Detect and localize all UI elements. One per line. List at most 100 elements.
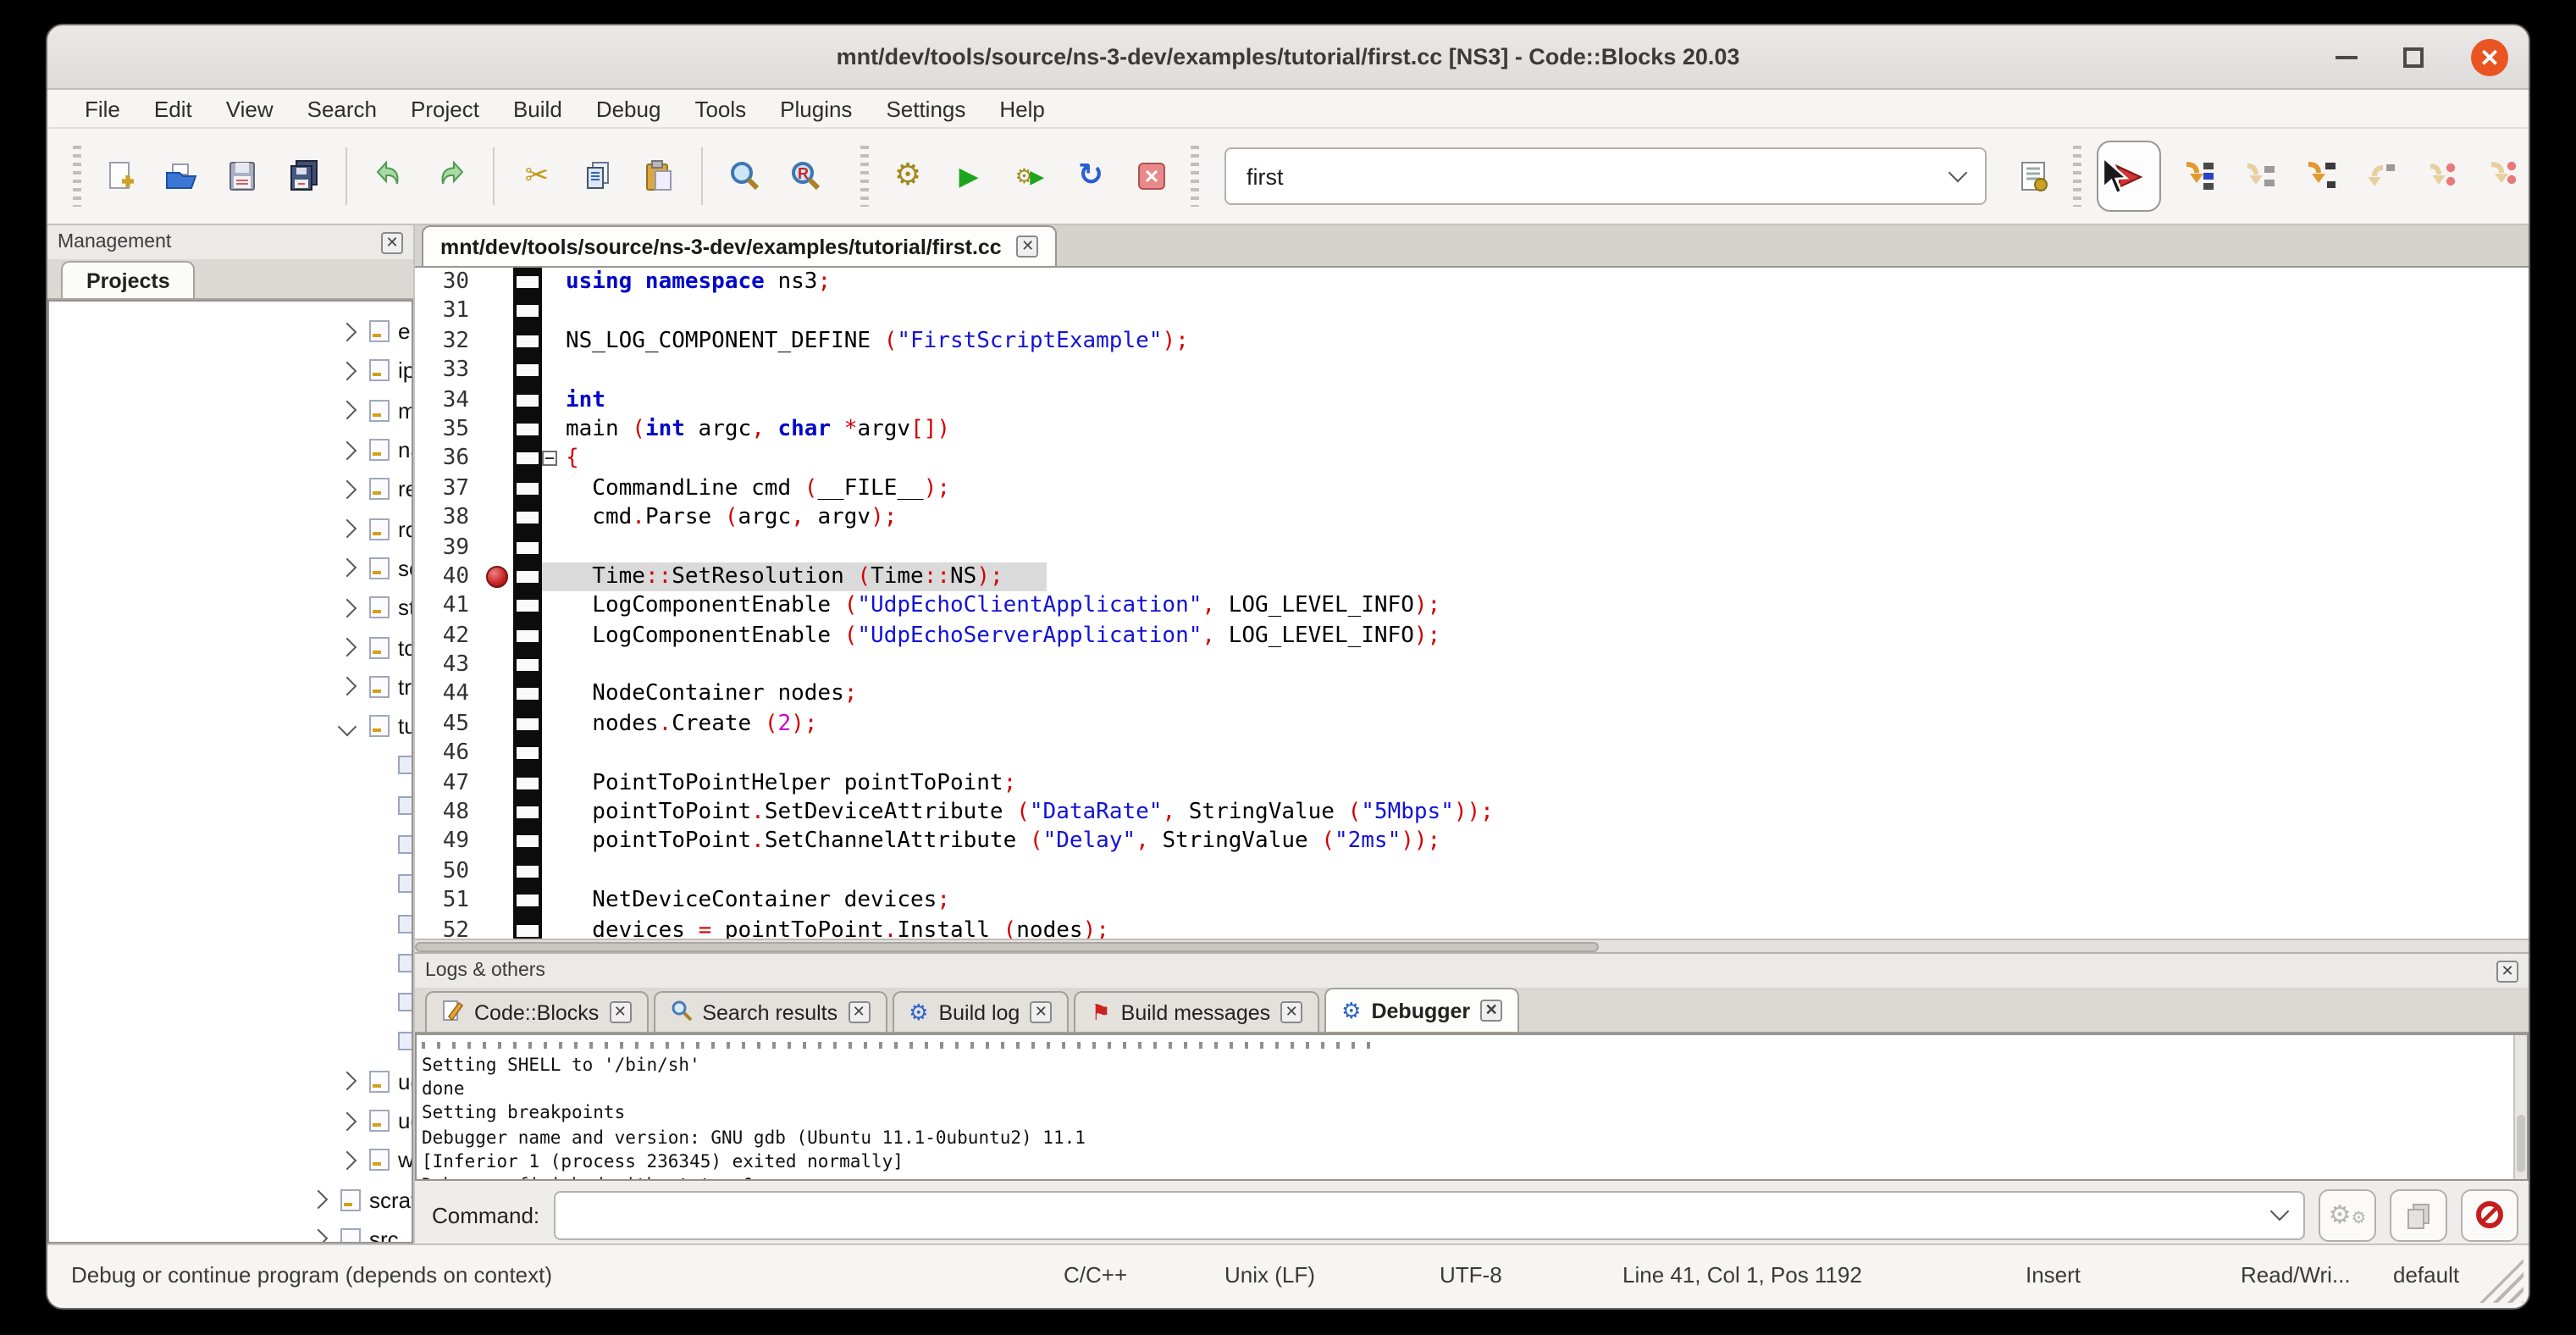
fold-margin[interactable]	[542, 327, 557, 357]
fold-margin[interactable]	[542, 651, 557, 680]
chevron-right-icon[interactable]	[338, 440, 357, 460]
tree-item-scratch[interactable]: scratch	[49, 1180, 412, 1220]
command-input[interactable]	[553, 1190, 2305, 1239]
tree-item-fo[interactable]: fo	[49, 825, 412, 865]
fold-margin[interactable]	[542, 445, 557, 474]
breakpoint-margin[interactable]	[483, 327, 513, 357]
code-text[interactable]: nodes.Create (2);	[557, 710, 2529, 740]
code-line-35[interactable]: 35main (int argc, char *argv[])	[415, 415, 2529, 445]
editor-horizontal-scrollbar[interactable]	[415, 939, 2529, 952]
next-line-button[interactable]	[2239, 156, 2280, 197]
fold-margin[interactable]	[542, 356, 557, 385]
breakpoint-margin[interactable]	[483, 740, 513, 769]
menu-tools[interactable]: Tools	[677, 96, 763, 121]
log-tab-build-messages[interactable]: ⚑Build messages✕	[1074, 991, 1319, 1032]
save-button[interactable]	[222, 156, 263, 197]
breakpoint-margin[interactable]	[483, 297, 513, 327]
code-line-42[interactable]: 42 LogComponentEnable ("UdpEchoServerApp…	[415, 621, 2529, 651]
tree-item-rout[interactable]: rout	[49, 509, 412, 549]
breakpoint-margin[interactable]	[483, 828, 513, 857]
code-text[interactable]: main (int argc, char *argv[])	[557, 415, 2529, 445]
debugger-menu-chevron-icon[interactable]	[2529, 168, 2530, 179]
fold-margin[interactable]	[542, 385, 557, 415]
menu-plugins[interactable]: Plugins	[763, 96, 869, 121]
tree-item-tcp[interactable]: tcp	[49, 628, 412, 668]
menu-settings[interactable]: Settings	[869, 96, 982, 121]
chevron-right-icon[interactable]	[338, 401, 357, 420]
chevron-right-icon[interactable]	[338, 362, 357, 381]
chevron-down-icon[interactable]	[2270, 1202, 2290, 1221]
resize-grip[interactable]	[2479, 1259, 2523, 1303]
code-text[interactable]: pointToPoint.SetChannelAttribute ("Delay…	[557, 828, 2529, 857]
close-editor-tab-icon[interactable]: ✕	[1017, 235, 1039, 258]
minimize-button[interactable]	[2325, 25, 2366, 90]
tree-item-stat[interactable]: stat	[49, 588, 412, 628]
chevron-right-icon[interactable]	[338, 1072, 357, 1091]
project-tree[interactable]: erroipv6matnamreallroutsockstattcptrafft…	[47, 300, 413, 1244]
code-text[interactable]	[557, 651, 2529, 680]
log-tab-search-results[interactable]: Search results✕	[653, 991, 887, 1032]
tree-item-wire[interactable]: wire	[49, 1140, 412, 1180]
chevron-down-icon[interactable]	[1949, 163, 1968, 183]
fold-margin[interactable]	[542, 828, 557, 857]
breakpoint-margin[interactable]	[483, 533, 513, 562]
tree-item-he[interactable]: he	[49, 864, 412, 904]
menu-debug[interactable]: Debug	[579, 96, 678, 121]
code-text[interactable]: pointToPoint.SetDeviceAttribute ("DataRa…	[557, 798, 2529, 828]
stop-debugger-button[interactable]	[2461, 1188, 2518, 1241]
tree-item-reall[interactable]: reall	[49, 469, 412, 509]
breakpoint-margin[interactable]	[483, 621, 513, 651]
run-button[interactable]: ▶	[948, 156, 989, 197]
close-tab-icon[interactable]: ✕	[848, 1001, 870, 1023]
close-tab-icon[interactable]: ✕	[1480, 1000, 1502, 1022]
code-text[interactable]	[557, 533, 2529, 562]
chevron-right-icon[interactable]	[309, 1230, 329, 1244]
tree-item-erro[interactable]: erro	[49, 312, 412, 352]
chevron-right-icon[interactable]	[338, 1150, 357, 1170]
editor-tab-first-cc[interactable]: mnt/dev/tools/source/ns-3-dev/examples/t…	[422, 225, 1058, 266]
fold-margin[interactable]	[542, 474, 557, 503]
code-line-41[interactable]: 41 LogComponentEnable ("UdpEchoClientApp…	[415, 592, 2529, 622]
debugger-log[interactable]: Setting SHELL to '/bin/sh'doneSetting br…	[415, 1033, 2529, 1181]
close-logs-icon[interactable]: ✕	[2496, 960, 2518, 982]
menu-edit[interactable]: Edit	[137, 96, 209, 121]
paste-button[interactable]	[638, 156, 679, 197]
code-text[interactable]: {	[557, 445, 2529, 474]
tree-item-fir[interactable]: fir	[49, 785, 412, 825]
code-text[interactable]: NS_LOG_COMPONENT_DEFINE ("FirstScriptExa…	[557, 327, 2529, 357]
menu-file[interactable]: File	[68, 96, 137, 121]
toolbar-grip[interactable]	[2073, 146, 2081, 207]
code-text[interactable]: CommandLine cmd (__FILE__);	[557, 474, 2529, 503]
title-bar[interactable]: mnt/dev/tools/source/ns-3-dev/examples/t…	[47, 25, 2529, 90]
fold-margin[interactable]	[542, 680, 557, 710]
scrollbar-thumb[interactable]	[2517, 1115, 2525, 1172]
fold-margin[interactable]	[542, 268, 557, 297]
close-tab-icon[interactable]: ✕	[609, 1001, 631, 1023]
breakpoint-margin[interactable]	[483, 651, 513, 680]
tab-projects[interactable]: Projects	[61, 261, 196, 298]
tree-item-se[interactable]: se	[49, 944, 412, 983]
code-text[interactable]: NodeContainer nodes;	[557, 680, 2529, 710]
code-line-40[interactable]: 40 Time::SetResolution (Time::NS);	[415, 562, 2529, 592]
fold-margin[interactable]	[542, 562, 557, 592]
breakpoint-margin[interactable]	[483, 562, 513, 592]
code-line-36[interactable]: 36{	[415, 445, 2529, 474]
fold-margin[interactable]	[542, 857, 557, 887]
breakpoint-margin[interactable]	[483, 445, 513, 474]
breakpoint-margin[interactable]	[483, 916, 513, 939]
code-line-37[interactable]: 37 CommandLine cmd (__FILE__);	[415, 474, 2529, 503]
chevron-right-icon[interactable]	[338, 1111, 357, 1131]
code-line-39[interactable]: 39	[415, 533, 2529, 562]
code-text[interactable]: NetDeviceContainer devices;	[557, 886, 2529, 916]
debug-settings-button[interactable]: ⚙⚙	[2319, 1188, 2376, 1241]
breakpoint-margin[interactable]	[483, 503, 513, 533]
code-line-45[interactable]: 45 nodes.Create (2);	[415, 710, 2529, 740]
toolbar-grip[interactable]	[860, 146, 869, 207]
log-vertical-scrollbar[interactable]	[2513, 1035, 2527, 1179]
breakpoint-margin[interactable]	[483, 710, 513, 740]
copy-log-button[interactable]	[2390, 1188, 2447, 1241]
cut-button[interactable]: ✂	[517, 156, 557, 197]
fold-margin[interactable]	[542, 592, 557, 622]
chevron-right-icon[interactable]	[338, 559, 357, 579]
breakpoint-margin[interactable]	[483, 474, 513, 503]
